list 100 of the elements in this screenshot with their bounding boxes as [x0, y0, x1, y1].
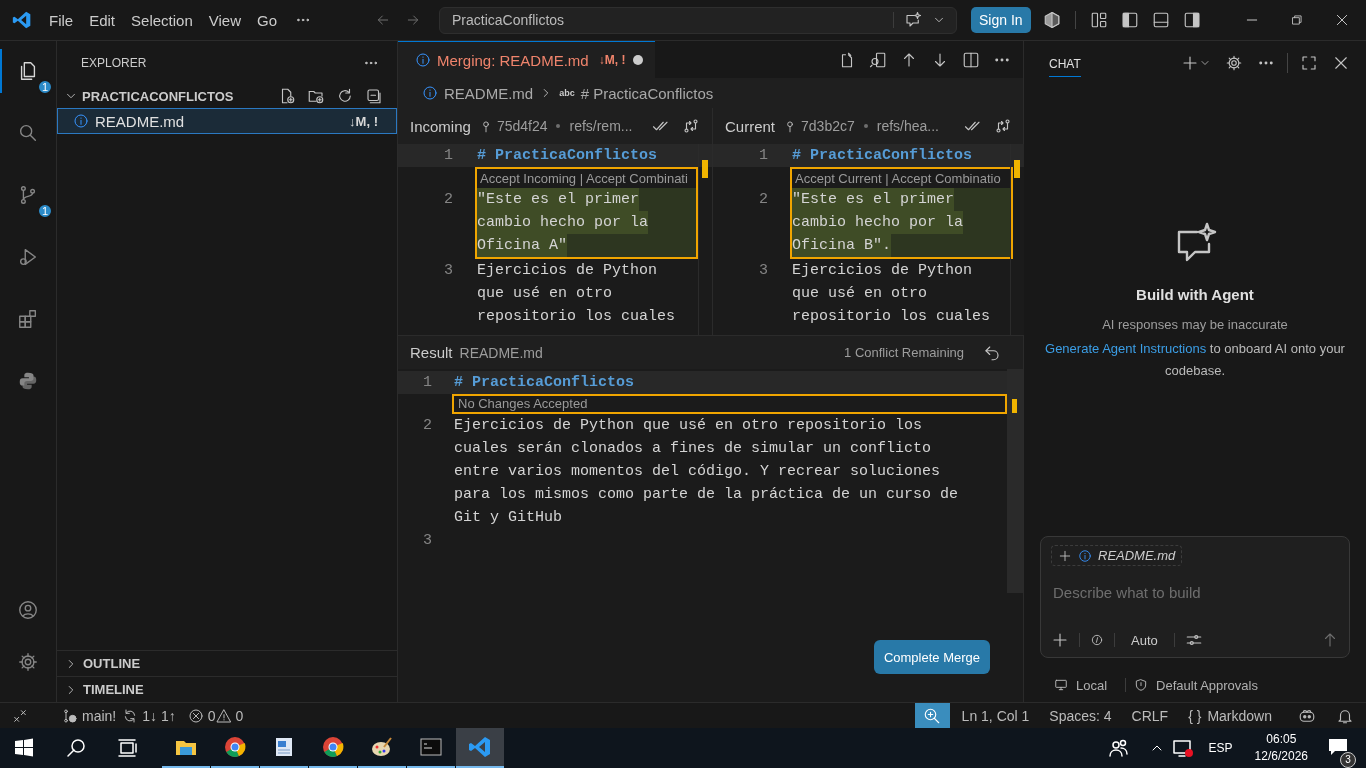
search-icon[interactable] [64, 736, 88, 760]
settings-icon[interactable] [1225, 54, 1243, 72]
chat-tab[interactable]: CHAT [1049, 49, 1081, 77]
task-view-icon[interactable] [116, 736, 140, 760]
agent-instructions-link[interactable]: Generate Agent Instructions [1045, 340, 1207, 356]
plus-icon[interactable] [1051, 631, 1069, 649]
maximize-icon[interactable] [1300, 54, 1318, 72]
split-editor-icon[interactable] [962, 50, 980, 69]
approvals-button[interactable]: Default Approvals [1156, 677, 1258, 693]
active-indicator [0, 49, 2, 93]
branch-warning-icon[interactable] [62, 707, 78, 724]
info-icon [415, 52, 431, 68]
attachment-chip[interactable]: README.md [1051, 545, 1183, 566]
tab-status: ↓M, ! [598, 53, 626, 67]
tree-item[interactable]: README.md ↓M, ! [57, 108, 397, 134]
breadcrumb-item[interactable]: README.md [444, 84, 534, 102]
hexagon-icon[interactable] [1042, 11, 1061, 29]
cursor-position[interactable]: Ln 1, Col 1 [961, 707, 1030, 724]
sync-status[interactable]: 1↓ 1↑ [142, 707, 176, 724]
run-debug-icon[interactable] [17, 246, 39, 268]
diff-icon[interactable] [994, 117, 1012, 135]
menu-item[interactable]: File [41, 7, 82, 33]
clock-time[interactable]: 06:05 [1266, 731, 1297, 748]
command-center-search[interactable]: PracticaConflictos [439, 6, 957, 34]
undo-icon[interactable] [983, 343, 1001, 362]
scrollbar[interactable] [1007, 369, 1023, 593]
complete-merge-button[interactable]: Complete Merge [873, 640, 990, 674]
menu-item[interactable]: Edit [81, 7, 124, 33]
prompt-field[interactable]: Describe what to build [1051, 580, 1339, 604]
python-icon[interactable] [17, 370, 39, 392]
section-header[interactable]: OUTLINE [83, 656, 141, 671]
extensions-icon[interactable] [17, 308, 39, 330]
result-title: Result [410, 344, 453, 361]
collapse-all-icon[interactable] [365, 87, 383, 105]
code-text: que usé en otro [792, 284, 928, 304]
sign-in-button[interactable]: Sign In [971, 7, 1031, 33]
indentation[interactable]: Spaces: 4 [1049, 707, 1112, 724]
symbol-icon: abc [559, 88, 575, 98]
code-text: que usé en otro [477, 284, 613, 304]
refresh-icon[interactable] [336, 87, 354, 105]
warning-icon[interactable] [215, 707, 232, 724]
tab-label: Merging: README.md [437, 51, 589, 69]
code-text: cambio hecho por la [477, 211, 649, 234]
code-text: "Este es el primer [792, 188, 955, 211]
editor-tab[interactable]: Merging: README.md ↓M, ! [398, 41, 655, 78]
commit-hash: 7d3b2c7 [801, 118, 855, 134]
code-lens-actions[interactable]: Accept Incoming | Accept Combinati [477, 169, 696, 188]
file-name: README.md [95, 112, 185, 130]
close-icon[interactable] [1332, 54, 1350, 72]
settings-icon[interactable] [17, 651, 39, 673]
account-icon[interactable] [17, 599, 39, 621]
language-mode[interactable]: Markdown [1207, 707, 1272, 724]
breadcrumb-item[interactable]: # PracticaConflictos [580, 84, 714, 102]
menu-item[interactable]: Go [249, 7, 285, 33]
mode-picker[interactable]: Auto [1131, 632, 1158, 648]
code-text: Ejercicios de Python que usé en otro repositorio los [454, 416, 923, 436]
warning-count[interactable]: 0 [235, 707, 244, 724]
toggle-secondary-sidebar-icon[interactable] [1182, 11, 1201, 29]
input-language[interactable]: ESP [1208, 741, 1233, 755]
chat-sparkle-icon[interactable] [904, 11, 922, 29]
code-editor-logo-icon [12, 10, 32, 30]
menu-item[interactable]: Selection [123, 7, 201, 33]
code-lens-actions[interactable]: Accept Current | Accept Combinatio [792, 169, 1011, 188]
section-header[interactable]: TIMELINE [83, 682, 144, 697]
layout-icon[interactable] [1089, 11, 1108, 29]
menu-item[interactable]: View [200, 7, 249, 33]
compare-icon[interactable] [869, 50, 887, 69]
pane-title: Incoming [410, 117, 471, 135]
error-count[interactable]: 0 [207, 707, 216, 724]
branch-name[interactable]: main! [82, 707, 117, 724]
code-text: # PracticaConflictos [477, 146, 658, 166]
info-icon [1078, 548, 1092, 563]
braces-icon: { } [1188, 707, 1202, 724]
line-number: 1 [759, 146, 768, 166]
folder-name[interactable]: PRACTICACONFLICTOS [82, 88, 234, 104]
code-text: "Este es el primer [477, 188, 640, 211]
plus-icon [1058, 548, 1072, 563]
line-ending[interactable]: CRLF [1131, 707, 1169, 724]
toggle-panel-icon[interactable] [1151, 11, 1170, 29]
line-number: 3 [759, 261, 768, 281]
error-icon[interactable] [187, 707, 204, 724]
session-target-button[interactable]: Local [1076, 677, 1108, 693]
code-text: repositorio los cuales [477, 307, 676, 327]
code-text: Ejercicios de Python [792, 261, 973, 281]
zoom-button[interactable] [914, 703, 950, 728]
remote-icon[interactable] [12, 707, 28, 724]
toggle-sidebar-icon[interactable] [1120, 11, 1139, 29]
code-text: Oficina A" [477, 234, 567, 257]
count-badge: 1 [37, 79, 53, 95]
diff-icon[interactable] [682, 117, 700, 135]
attachment-name: README.md [1098, 548, 1176, 563]
clock-date[interactable]: 12/6/2026 [1254, 748, 1308, 765]
browser-icon [321, 735, 345, 759]
ref-name: refs/rem... [569, 118, 633, 134]
commit-hash: 75d4f24 [496, 118, 548, 134]
code-icon[interactable] [1090, 633, 1104, 647]
terminal-icon [419, 735, 443, 759]
restore-icon[interactable] [1289, 13, 1304, 27]
plus-icon[interactable] [1181, 54, 1199, 72]
unsaved-dot[interactable] [633, 55, 643, 65]
